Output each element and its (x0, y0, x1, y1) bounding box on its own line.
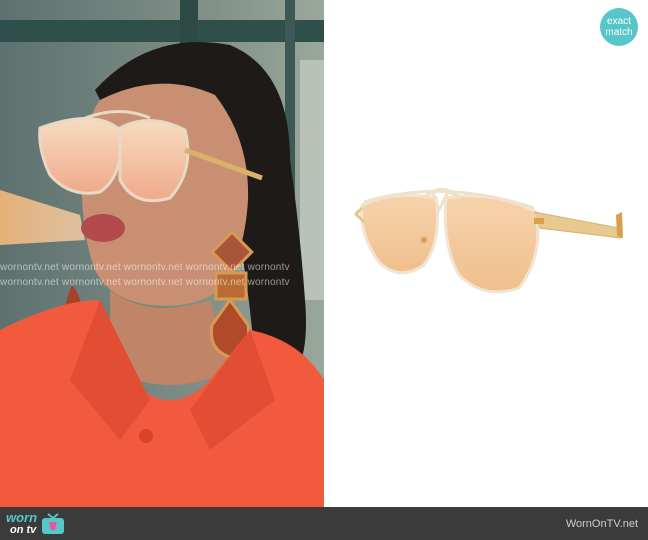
photo-illustration (0, 0, 324, 507)
badge-line1: exact (607, 16, 631, 27)
episode-photo: wornontv.net wornontv.net wornontv.net w… (0, 0, 324, 507)
tv-icon (42, 513, 65, 534)
logo-worn-text: worn (6, 510, 38, 525)
badge-line2: match (605, 27, 633, 38)
exact-match-badge: exact match (600, 8, 638, 46)
footer-site-name: WornOnTV.net (565, 518, 638, 530)
site-logo[interactable]: worn on tv (6, 510, 65, 538)
sunglasses-product (353, 188, 623, 294)
watermark: wornontv.net wornontv.net wornontv.net w… (0, 262, 290, 273)
logo-ontv-text: on tv (10, 524, 37, 536)
product-image[interactable] (324, 0, 648, 507)
watermark: wornontv.net wornontv.net wornontv.net w… (0, 277, 290, 288)
footer-bar: worn on tv WornOnTV.net (0, 507, 648, 540)
